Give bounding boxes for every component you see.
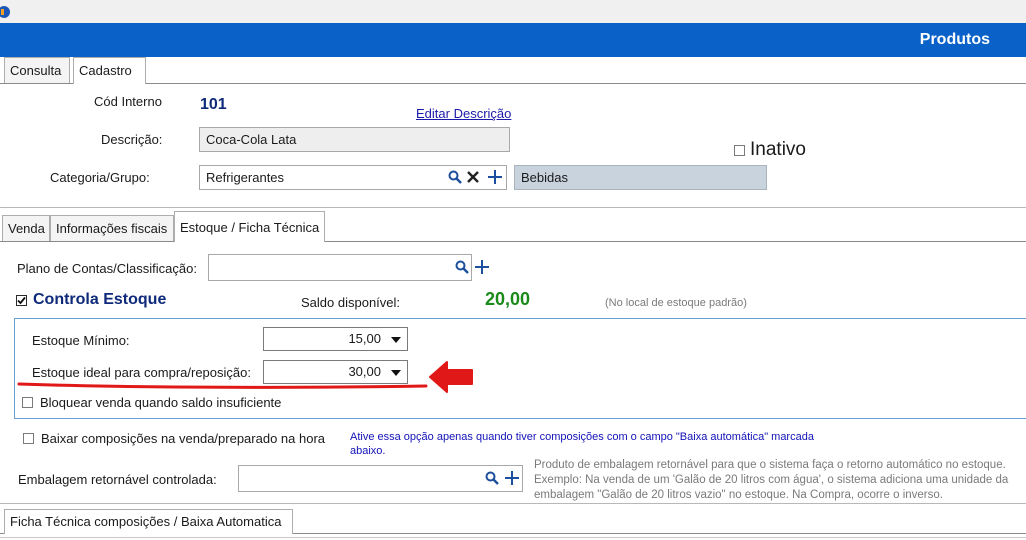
clear-icon[interactable] [464, 168, 482, 186]
embalagem-search-icon[interactable] [483, 469, 501, 487]
baixar-checkbox[interactable] [23, 433, 34, 444]
inativo-label: Inativo [750, 139, 806, 160]
embalagem-add-icon[interactable] [503, 469, 521, 487]
main-tab-strip: Consulta Cadastro [0, 57, 1026, 84]
window-title: Produtos [919, 31, 990, 48]
inativo-checkbox-group[interactable]: Inativo [734, 139, 806, 161]
grupo-field[interactable]: Bebidas [514, 165, 767, 190]
bloquear-checkbox[interactable] [22, 397, 33, 408]
saldo-label: Saldo disponível: [301, 295, 401, 310]
estoque-minimo-value: 15,00 [348, 331, 381, 346]
plano-add-icon[interactable] [473, 258, 491, 276]
annotation-arrow-icon [429, 361, 473, 393]
tab-informacoes-fiscais[interactable]: Informações fiscais [50, 215, 174, 241]
tab-consulta[interactable]: Consulta [4, 57, 70, 83]
tab-ficha-tecnica[interactable]: Ficha Técnica composições / Baixa Automa… [4, 509, 293, 534]
tab-venda[interactable]: Venda [2, 215, 50, 241]
embalagem-label: Embalagem retornável controlada: [18, 472, 217, 487]
tab-estoque-ficha-tecnica[interactable]: Estoque / Ficha Técnica [174, 211, 325, 242]
plano-contas-field[interactable] [208, 254, 472, 281]
estoque-minimo-combo[interactable]: 15,00 [263, 327, 408, 351]
bloquear-group[interactable]: Bloquear venda quando saldo insuficiente [22, 395, 281, 410]
controla-estoque-group[interactable]: Controla Estoque [16, 291, 166, 309]
bloquear-label: Bloquear venda quando saldo insuficiente [40, 395, 282, 410]
categoria-value: Refrigerantes [206, 170, 285, 185]
categoria-label: Categoria/Grupo: [50, 170, 150, 185]
saldo-value: 20,00 [485, 289, 531, 309]
title-bar: Produtos [0, 23, 1026, 57]
section-divider [0, 207, 1026, 208]
plano-search-icon[interactable] [453, 258, 471, 276]
window-top-strip [0, 0, 1026, 23]
add-icon[interactable] [486, 168, 504, 186]
bottom-tab-strip: Ficha Técnica composições / Baixa Automa… [0, 509, 1026, 540]
cod-interno-value: 101 [200, 96, 227, 113]
sub-tab-strip: Venda Informações fiscais Estoque / Fich… [0, 211, 1026, 242]
chevron-down-icon [391, 337, 401, 343]
baixar-group[interactable]: Baixar composições na venda/preparado na… [23, 431, 325, 446]
baixar-hint: Ative essa opção apenas quando tiver com… [350, 431, 814, 457]
saldo-hint: (No local de estoque padrão) [605, 297, 747, 309]
descricao-label: Descrição: [101, 132, 163, 147]
app-logo-icon [0, 3, 12, 19]
controla-estoque-label: Controla Estoque [33, 291, 167, 308]
bottom-divider [0, 503, 1026, 504]
baixar-label: Baixar composições na venda/preparado na… [41, 431, 326, 446]
tab-cadastro[interactable]: Cadastro [73, 57, 146, 84]
descricao-field[interactable]: Coca-Cola Lata [199, 127, 510, 152]
cod-interno-label: Cód Interno [94, 94, 162, 109]
embalagem-field[interactable] [238, 465, 523, 492]
search-icon[interactable] [446, 168, 464, 186]
estoque-minimo-label: Estoque Mínimo: [32, 333, 130, 348]
inativo-checkbox[interactable] [734, 144, 745, 156]
controla-estoque-checkbox[interactable] [16, 294, 27, 306]
plano-contas-label: Plano de Contas/Classificação: [17, 261, 197, 276]
editar-descricao-link[interactable]: Editar Descrição [416, 106, 511, 121]
embalagem-hint: Produto de embalagem retornável para que… [534, 459, 1009, 501]
annotation-underline [17, 382, 428, 389]
